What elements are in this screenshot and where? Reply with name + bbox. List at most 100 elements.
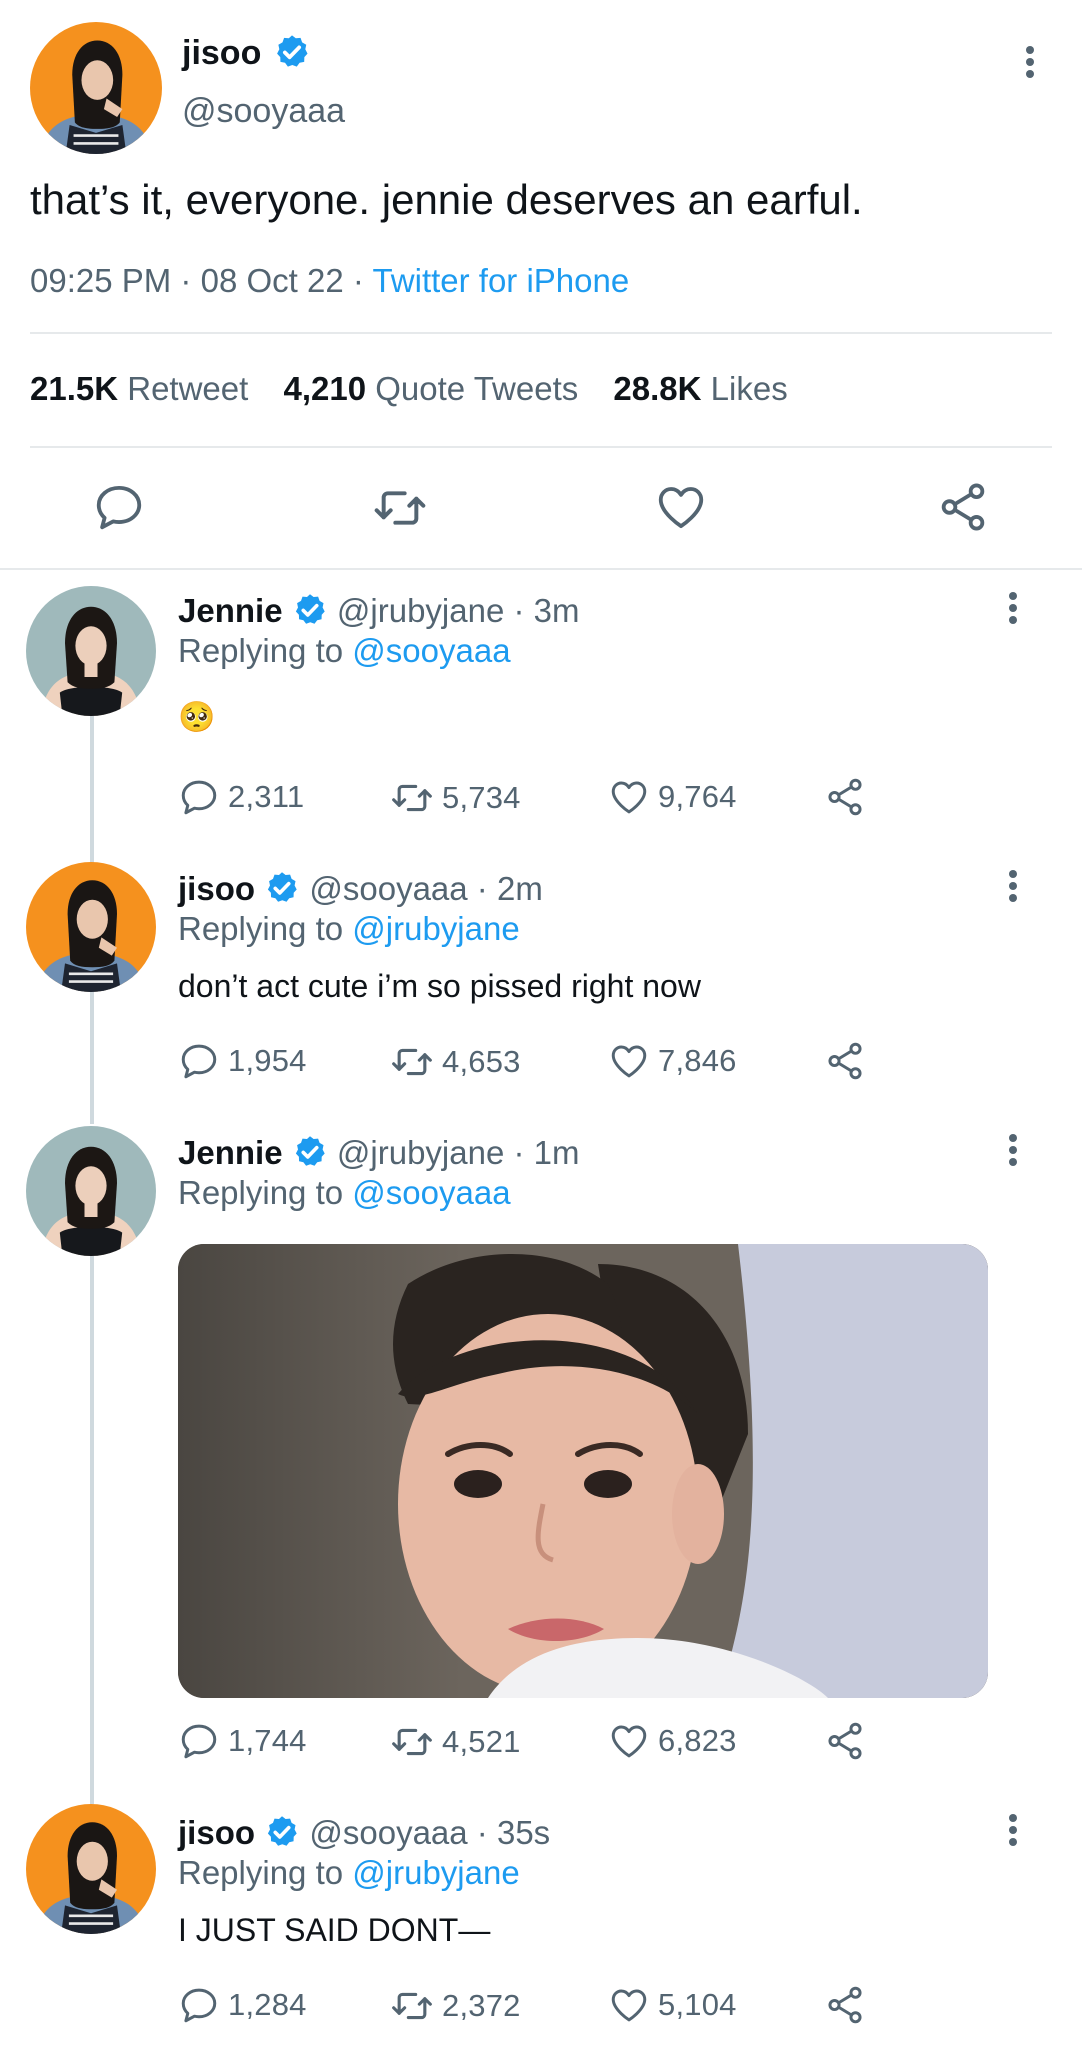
reply-count: 1,954	[228, 1043, 307, 1078]
reply-age: 3m	[533, 592, 580, 629]
reply-age: 1m	[533, 1134, 580, 1171]
reply-media-photo[interactable]	[178, 1244, 988, 1698]
retweet-icon[interactable]	[372, 480, 428, 536]
reply-icon	[178, 776, 220, 818]
reply-count: 1,744	[228, 1723, 307, 1758]
reply-handle[interactable]: @jrubyjane	[337, 592, 504, 629]
reply-text: I JUST SAID DONT—	[178, 1912, 491, 1948]
separator: ·	[513, 1134, 525, 1171]
like-button[interactable]: 7,846	[608, 1040, 737, 1082]
reply-author-name[interactable]: jisoo	[178, 870, 255, 907]
share-icon	[824, 776, 866, 818]
reply-handle[interactable]: @jrubyjane	[337, 1134, 504, 1171]
reply-button[interactable]: 1,744	[178, 1720, 307, 1762]
share-icon	[824, 1720, 866, 1762]
reply-button[interactable]: 1,954	[178, 1040, 307, 1082]
reply-author-name[interactable]: jisoo	[178, 1814, 255, 1851]
share-icon	[824, 1984, 866, 2026]
retweet-button[interactable]: 4,653	[390, 1040, 521, 1084]
replying-to-label: Replying to	[178, 910, 344, 947]
reply-author-name[interactable]: Jennie	[178, 1134, 283, 1171]
likes-stat[interactable]: 28.8K Likes	[613, 370, 787, 407]
retweet-button[interactable]: 5,734	[390, 776, 521, 820]
replying-to-link[interactable]: @jrubyjane	[352, 1854, 519, 1891]
like-button[interactable]: 5,104	[608, 1984, 737, 2026]
tweet-source-link[interactable]: Twitter for iPhone	[372, 262, 629, 299]
reply-text: 🥺	[178, 701, 216, 734]
share-button[interactable]	[824, 776, 866, 818]
separator: ·	[476, 870, 488, 907]
retweet-icon	[390, 1040, 434, 1084]
reply-count: 1,284	[228, 1987, 307, 2022]
reply-avatar[interactable]	[26, 1804, 156, 1934]
like-count: 7,846	[658, 1043, 737, 1078]
like-count: 9,764	[658, 779, 737, 814]
more-icon[interactable]	[1003, 866, 1023, 906]
retweet-count: 4,653	[442, 1044, 521, 1079]
reply-author-name[interactable]: Jennie	[178, 592, 283, 629]
reply-age: 35s	[496, 1814, 551, 1851]
reply-avatar[interactable]	[26, 586, 156, 716]
thread-line	[90, 716, 94, 866]
heart-icon	[608, 1720, 650, 1762]
tweet-text: that’s it, everyone. jennie deserves an …	[30, 176, 863, 223]
photo-placeholder	[178, 1244, 988, 1698]
retweet-icon	[390, 1984, 434, 2028]
retweet-count: 21.5K	[30, 370, 119, 407]
quote-tweets-stat[interactable]: 4,210 Quote Tweets	[283, 370, 587, 407]
reply-button[interactable]: 2,311	[178, 776, 304, 818]
retweet-stat[interactable]: 21.5K Retweet	[30, 370, 257, 407]
share-button[interactable]	[824, 1040, 866, 1082]
reply-button[interactable]: 1,284	[178, 1984, 307, 2026]
tweet-date: 08 Oct 22	[200, 262, 344, 299]
like-count: 6,823	[658, 1723, 737, 1758]
likes-count: 28.8K	[613, 370, 702, 407]
author-handle[interactable]: @sooyaaa	[182, 92, 345, 131]
share-button[interactable]	[824, 1984, 866, 2026]
separator: ·	[180, 262, 192, 299]
verified-badge-icon	[264, 1814, 300, 1850]
reply-handle[interactable]: @sooyaaa	[309, 1814, 467, 1851]
replying-to-link[interactable]: @sooyaaa	[352, 1174, 510, 1211]
retweet-count: 5,734	[442, 780, 521, 815]
replying-to-link[interactable]: @jrubyjane	[352, 910, 519, 947]
more-icon[interactable]	[1003, 1810, 1023, 1850]
like-count: 5,104	[658, 1987, 737, 2022]
more-icon[interactable]	[1003, 588, 1023, 628]
section-divider	[0, 568, 1082, 570]
reply-icon	[178, 1720, 220, 1762]
heart-icon	[608, 1984, 650, 2026]
reply-avatar[interactable]	[26, 862, 156, 992]
author-name[interactable]: jisoo	[182, 34, 261, 72]
heart-icon	[608, 776, 650, 818]
thread-line	[90, 1256, 94, 1804]
share-icon	[824, 1040, 866, 1082]
reply-handle[interactable]: @sooyaaa	[309, 870, 467, 907]
more-icon[interactable]	[1003, 1130, 1023, 1170]
heart-icon	[608, 1040, 650, 1082]
verified-badge-icon	[264, 870, 300, 906]
reply-avatar[interactable]	[26, 1126, 156, 1256]
replying-to-link[interactable]: @sooyaaa	[352, 632, 510, 669]
more-icon[interactable]	[1020, 42, 1040, 82]
divider	[30, 332, 1052, 334]
retweet-count: 2,372	[442, 1988, 521, 2023]
likes-label: Likes	[710, 370, 788, 407]
verified-badge-icon	[273, 33, 311, 71]
like-button[interactable]: 9,764	[608, 776, 737, 818]
retweet-button[interactable]: 4,521	[390, 1720, 521, 1764]
share-icon[interactable]	[936, 480, 990, 534]
separator: ·	[513, 592, 525, 629]
retweet-button[interactable]: 2,372	[390, 1984, 521, 2028]
verified-badge-icon	[292, 592, 328, 628]
reply-icon[interactable]	[92, 480, 146, 534]
verified-badge-icon	[292, 1134, 328, 1170]
share-button[interactable]	[824, 1720, 866, 1762]
replying-to-label: Replying to	[178, 632, 344, 669]
retweet-label: Retweet	[127, 370, 249, 407]
quote-label: Quote Tweets	[375, 370, 579, 407]
like-button[interactable]: 6,823	[608, 1720, 737, 1762]
reply-age: 2m	[496, 870, 543, 907]
heart-icon[interactable]	[654, 480, 708, 534]
author-avatar[interactable]	[30, 22, 162, 154]
